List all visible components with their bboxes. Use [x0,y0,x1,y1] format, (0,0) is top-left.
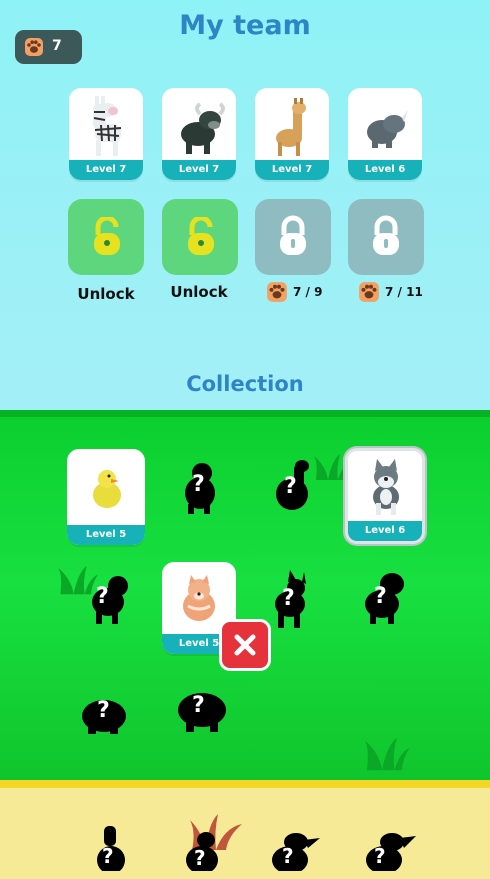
open-padlock-icon [188,217,214,255]
locked-animal-silhouette[interactable]: ? [86,570,134,624]
zebra-icon [93,96,122,156]
llama-icon [276,98,306,156]
remove-button[interactable] [219,619,271,671]
collection-card-husky[interactable]: Level 6 [345,448,425,544]
level-badge: Level 5 [67,525,145,545]
unlock-slot-2[interactable] [162,199,238,275]
padlock-icon [280,215,306,255]
locked-slot-4[interactable] [348,199,424,275]
paw-print-icon [25,38,43,56]
paw-cost: 7 / 9 [293,285,323,299]
paw-count: 7 [52,38,62,54]
unlock-label: Unlock [170,283,228,301]
husky-icon [373,459,399,515]
unknown-animal-icon [92,576,128,624]
level-badge: Level 7 [255,160,329,180]
level-badge: Level 7 [162,160,236,180]
unknown-marker: ? [192,693,205,718]
locked-animal-silhouette[interactable]: ? [94,826,128,874]
team-card-rhino[interactable]: Level 6 [348,88,422,180]
chick-icon [93,470,121,508]
team-card-zebra[interactable]: Level 7 [69,88,143,180]
unknown-marker: ? [102,844,114,868]
paw-print-icon [359,282,379,302]
paw-print-icon [267,282,287,302]
level-badge: Level 6 [348,521,422,541]
unknown-marker: ? [282,844,294,868]
team-card-buffalo[interactable]: Level 7 [162,88,236,180]
level-badge: Level 7 [69,160,143,180]
locked-animal-silhouette[interactable]: ? [184,832,220,874]
sand-strip [0,780,490,879]
unknown-marker: ? [96,584,109,609]
locked-slot-3[interactable] [255,199,331,275]
locked-animal-silhouette[interactable]: ? [268,570,314,628]
unlock-label: Unlock [77,285,135,303]
paw-currency-counter: 7 [15,30,82,64]
unknown-marker: ? [97,698,110,723]
unknown-marker: ? [194,846,206,870]
unlock-slot-1[interactable] [68,199,144,275]
team-card-llama[interactable]: Level 7 [255,88,329,180]
unknown-marker: ? [284,474,297,499]
unknown-animal-icon [366,833,416,874]
close-icon [234,634,256,656]
rhino-icon [367,110,408,148]
locked-animal-silhouette[interactable]: ? [272,458,314,516]
locked-animal-silhouette[interactable]: ? [362,832,416,874]
collection-card-chick[interactable]: Level 5 [67,449,145,545]
unknown-marker: ? [192,472,205,497]
locked-animal-silhouette[interactable]: ? [362,570,410,626]
unknown-marker: ? [374,584,387,609]
collection-title: Collection [186,372,304,396]
open-padlock-icon [94,217,120,255]
padlock-icon [373,215,399,255]
pomeranian-icon [183,575,215,621]
grass-tuft-icon [364,737,410,771]
paw-cost: 7 / 11 [385,285,423,299]
unknown-animal-icon [272,833,320,874]
locked-animal-silhouette[interactable]: ? [80,694,130,736]
locked-animal-silhouette[interactable]: ? [176,690,228,734]
locked-animal-silhouette[interactable]: ? [268,832,320,874]
buffalo-icon [181,102,225,154]
locked-animal-silhouette[interactable]: ? [180,460,220,514]
level-badge: Level 6 [348,160,422,180]
unknown-marker: ? [374,844,386,868]
unknown-marker: ? [282,586,295,611]
